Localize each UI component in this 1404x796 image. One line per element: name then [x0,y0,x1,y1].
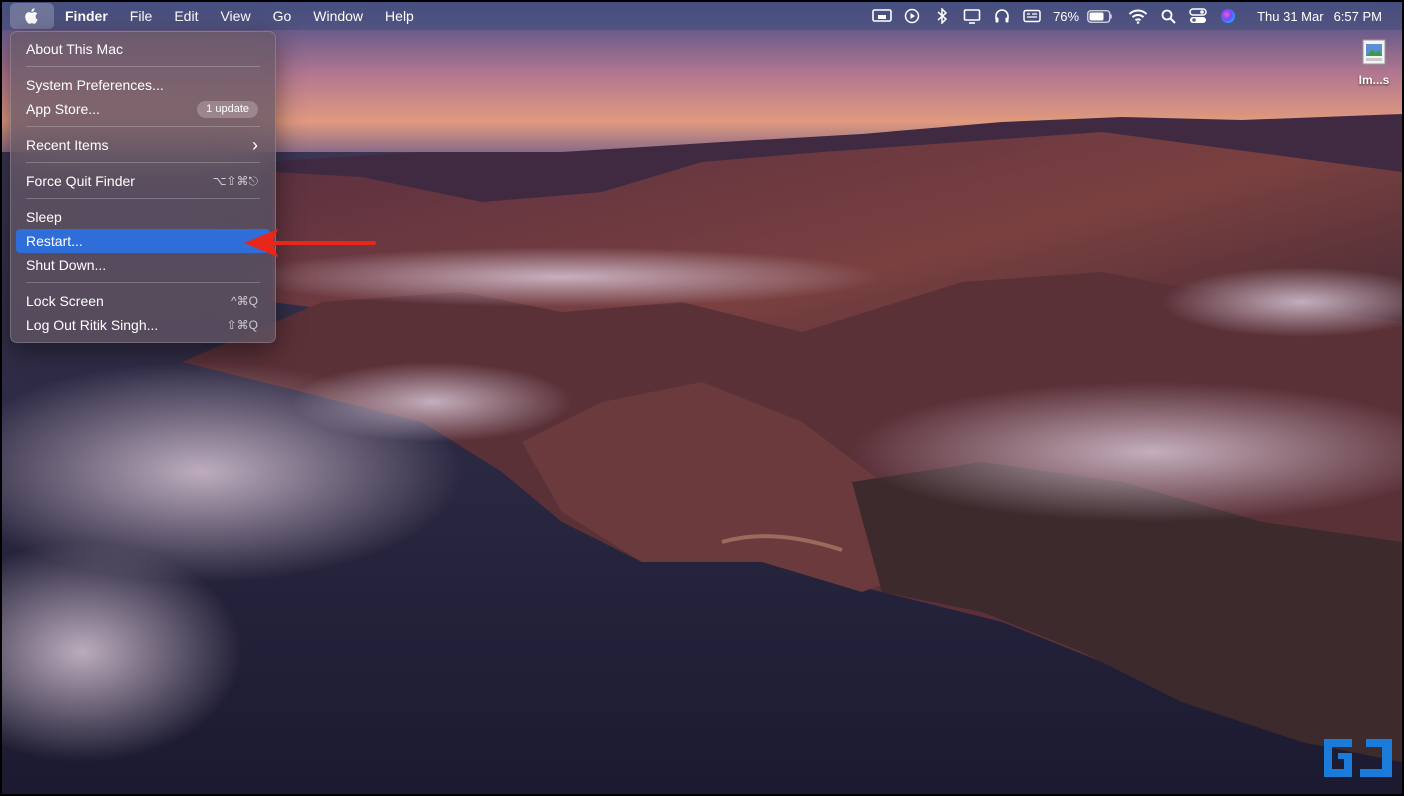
menu-separator [26,66,260,67]
menu-item-lock-screen[interactable]: Lock Screen ^⌘Q [16,289,270,313]
menu-item-label: Force Quit Finder [26,173,135,189]
menu-item-about-this-mac[interactable]: About This Mac [16,37,270,61]
menu-go[interactable]: Go [262,2,303,30]
menu-item-shut-down[interactable]: Shut Down... [16,253,270,277]
submenu-chevron-icon: › [252,135,258,155]
menu-item-label: Restart... [26,233,83,249]
clock-date[interactable]: Thu 31 Mar [1257,9,1323,24]
annotation-arrow-icon [244,229,376,257]
battery-icon[interactable] [1085,2,1115,30]
battery-percent: 76% [1053,8,1080,24]
menu-item-label: System Preferences... [26,77,164,93]
clock-time[interactable]: 6:57 PM [1334,9,1382,24]
screen-mirroring-icon[interactable] [867,2,897,30]
menu-item-app-store[interactable]: App Store... 1 update [16,97,270,121]
menu-window[interactable]: Window [302,2,374,30]
control-center-icon[interactable] [1183,2,1213,30]
menu-item-label: App Store... [26,101,100,117]
wifi-icon[interactable] [1123,2,1153,30]
menu-view[interactable]: View [209,2,261,30]
menu-item-force-quit[interactable]: Force Quit Finder ⌥⇧⌘⎋ [16,169,270,193]
desktop-file-icon[interactable]: Im...s [1346,38,1402,87]
menu-item-label: Recent Items [26,137,109,153]
menu-item-label: Sleep [26,209,62,225]
menu-item-label: Log Out Ritik Singh... [26,317,159,333]
apple-menu-dropdown: About This Mac System Preferences... App… [10,31,276,343]
menu-app-finder[interactable]: Finder [54,2,119,30]
keyboard-shortcut: ^⌘Q [231,294,258,308]
menu-item-label: Shut Down... [26,257,107,273]
menu-help[interactable]: Help [374,2,425,30]
now-playing-icon[interactable] [897,2,927,30]
menu-item-system-preferences[interactable]: System Preferences... [16,73,270,97]
menu-separator [26,126,260,127]
menu-item-label: Lock Screen [26,293,104,309]
keyboard-shortcut: ⌥⇧⌘⎋ [212,174,258,188]
desktop-file-label: Im...s [1358,73,1390,87]
headphones-icon[interactable] [987,2,1017,30]
image-file-icon [1362,39,1386,65]
siri-icon[interactable] [1213,2,1243,30]
menu-item-recent-items[interactable]: Recent Items › [16,133,270,157]
menu-file[interactable]: File [119,2,164,30]
menu-item-label: About This Mac [26,41,124,57]
apple-menu-button[interactable] [10,3,54,29]
update-badge: 1 update [197,100,258,118]
menu-item-restart[interactable]: Restart... [16,229,270,253]
spotlight-search-icon[interactable] [1153,2,1183,30]
bluetooth-icon[interactable] [927,2,957,30]
menu-bar: Finder File Edit View Go Window Help 76%… [2,2,1402,30]
menu-edit[interactable]: Edit [163,2,209,30]
menu-separator [26,282,260,283]
keyboard-shortcut: ⇧⌘Q [226,318,258,332]
watermark-logo-icon [1324,739,1392,777]
apple-logo-icon [25,8,38,24]
menu-separator [26,198,260,199]
menu-separator [26,162,260,163]
input-source-icon[interactable] [1017,2,1047,30]
macos-desktop: Finder File Edit View Go Window Help 76%… [0,0,1404,796]
menu-item-sleep[interactable]: Sleep [16,205,270,229]
display-icon[interactable] [957,2,987,30]
menu-item-log-out[interactable]: Log Out Ritik Singh... ⇧⌘Q [16,313,270,337]
status-area: 76% Thu 31 Mar 6:57 PM [867,2,1402,30]
